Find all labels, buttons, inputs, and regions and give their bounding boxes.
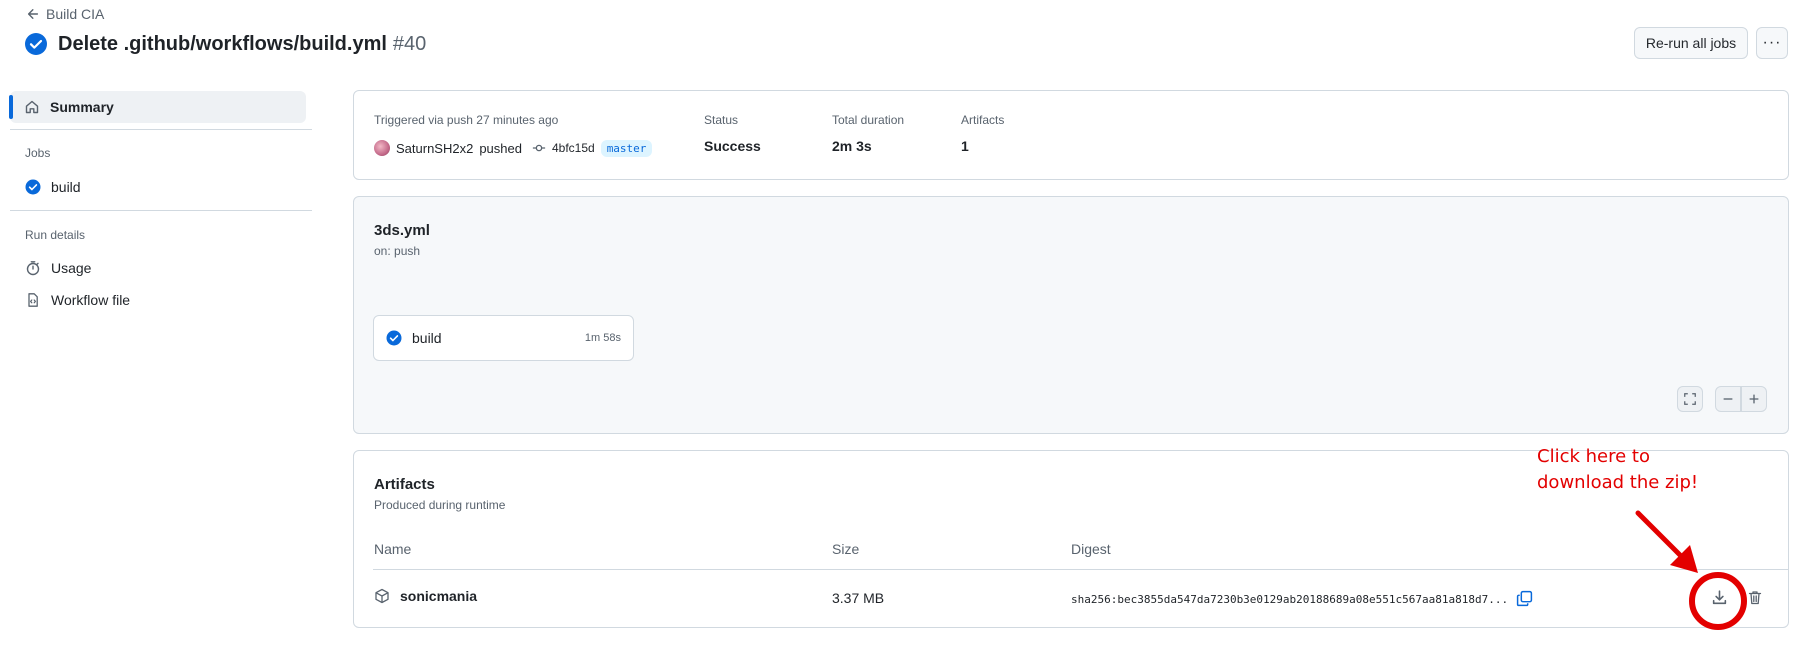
sidebar-item-workflow-file-label: Workflow file <box>51 292 131 308</box>
check-circle-fill-icon <box>24 32 48 56</box>
home-icon <box>24 99 40 115</box>
check-circle-fill-icon <box>386 330 402 346</box>
branch-badge[interactable]: master <box>600 139 653 157</box>
check-circle-fill-icon <box>25 179 41 195</box>
duration-label: Total duration <box>832 113 905 127</box>
sidebar-item-workflow-file[interactable]: Workflow file <box>25 290 130 310</box>
artifacts-title: Artifacts <box>374 476 435 493</box>
artifacts-subtitle: Produced during runtime <box>374 498 506 512</box>
sidebar-divider <box>10 129 312 130</box>
workflow-trigger: on: push <box>374 244 421 258</box>
run-title: Delete .github/workflows/build.yml <box>58 32 387 55</box>
artifact-name-link[interactable]: sonicmania <box>400 588 477 604</box>
push-info: SaturnSH2x2 pushed 4bfc15d master <box>374 138 653 158</box>
status-label: Status <box>704 113 739 127</box>
sidebar-divider <box>10 210 312 211</box>
job-card-build[interactable]: build 1m 58s <box>373 315 634 361</box>
plus-icon <box>1747 392 1761 406</box>
commit-sha-link[interactable]: 4bfc15d <box>552 141 595 155</box>
sidebar-item-summary[interactable]: Summary <box>9 91 306 123</box>
sidebar-item-summary-label: Summary <box>50 99 114 115</box>
annotation-arrow-and-circle <box>1635 510 1747 630</box>
sidebar-item-usage[interactable]: Usage <box>25 258 91 278</box>
annotation-text: Click here to download the zip! <box>1537 444 1698 496</box>
sidebar-jobs-heading: Jobs <box>25 146 51 160</box>
push-action: pushed <box>479 140 522 156</box>
trigger-text: Triggered via push 27 minutes ago <box>374 113 559 127</box>
workflow-file-name: 3ds.yml <box>374 222 430 239</box>
job-card-duration: 1m 58s <box>584 332 621 344</box>
file-code-icon <box>25 292 41 308</box>
artifact-digest: sha256:bec3855da547da7230b3e0129ab201886… <box>1071 593 1509 606</box>
avatar[interactable] <box>374 140 390 156</box>
package-icon <box>374 588 390 604</box>
sidebar-run-details-heading: Run details <box>25 228 86 242</box>
table-divider <box>373 569 1789 570</box>
run-summary-panel <box>353 90 1789 180</box>
fullscreen-button[interactable] <box>1677 386 1703 412</box>
duration-value: 2m 3s <box>832 138 872 154</box>
dash-icon <box>1721 392 1735 406</box>
more-options-button[interactable]: ··· <box>1756 27 1788 59</box>
annotation-line-2: download the zip! <box>1537 472 1699 493</box>
sidebar-item-usage-label: Usage <box>51 260 92 276</box>
column-header-size: Size <box>832 541 860 557</box>
back-link[interactable]: Build CIA <box>26 4 104 24</box>
status-value: Success <box>704 138 761 154</box>
back-link-label: Build CIA <box>46 6 105 22</box>
copy-digest-button[interactable] <box>1516 590 1533 607</box>
sidebar-item-build-label: build <box>51 179 81 195</box>
column-header-name: Name <box>374 541 412 557</box>
zoom-in-button[interactable] <box>1741 386 1767 412</box>
zoom-out-button[interactable] <box>1715 386 1741 412</box>
job-card-name: build <box>412 330 442 346</box>
run-number: #40 <box>392 32 427 55</box>
column-header-digest: Digest <box>1071 541 1111 557</box>
push-user[interactable]: SaturnSH2x2 <box>396 141 473 156</box>
artifacts-count-label: Artifacts <box>961 113 1005 127</box>
git-commit-icon <box>532 141 546 155</box>
sidebar-item-build[interactable]: build <box>25 177 81 197</box>
page-title: Delete .github/workflows/build.yml #40 <box>24 30 426 58</box>
kebab-horizontal-icon: ··· <box>1762 34 1782 51</box>
stopwatch-icon <box>25 260 41 276</box>
arrow-left-icon <box>26 7 40 21</box>
screen-full-icon <box>1683 392 1697 406</box>
copy-icon <box>1516 590 1533 607</box>
artifacts-count-value[interactable]: 1 <box>961 138 969 154</box>
artifact-size: 3.37 MB <box>832 590 885 606</box>
rerun-all-jobs-button[interactable]: Re-run all jobs <box>1634 27 1748 59</box>
annotation-line-1: Click here to <box>1537 446 1650 467</box>
table-row: sonicmania <box>374 588 477 604</box>
